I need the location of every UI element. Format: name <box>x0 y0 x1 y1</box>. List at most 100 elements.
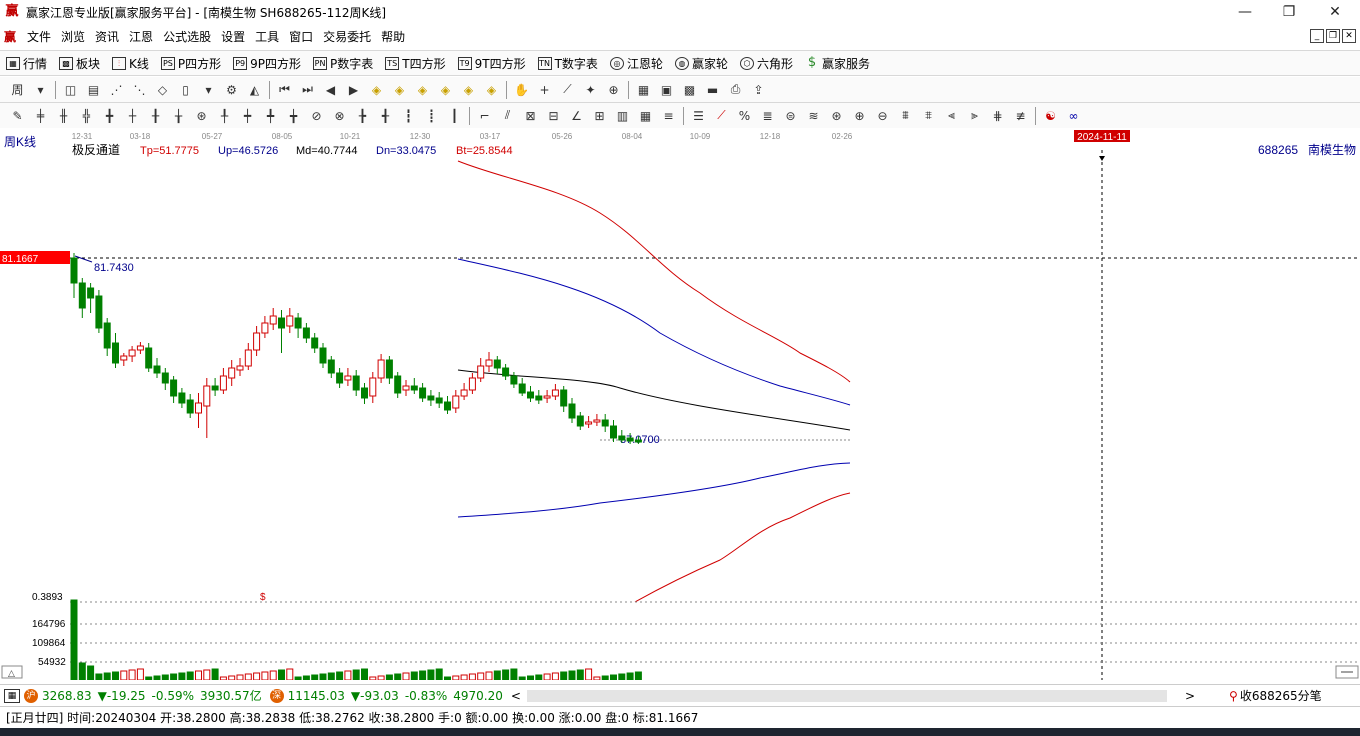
tool-grid-2-icon[interactable]: ╫ <box>54 106 73 125</box>
diamond-5-icon[interactable]: ◈ <box>459 80 478 99</box>
tool-d-icon[interactable]: ⋱ <box>130 80 149 99</box>
zoom-icon[interactable]: ⊕ <box>604 80 623 99</box>
diamond-6-icon[interactable]: ◈ <box>482 80 501 99</box>
tool-grid-9-icon[interactable]: ┿ <box>238 106 257 125</box>
grid-icon[interactable]: ▩ <box>680 80 699 99</box>
period-week-icon[interactable]: 周 <box>8 80 27 99</box>
tool-grid-16-icon[interactable]: ┃ <box>445 106 464 125</box>
scroll-left-icon[interactable]: < <box>511 689 521 703</box>
tool-c-icon[interactable]: ⋰ <box>107 80 126 99</box>
horizontal-scrollbar[interactable] <box>526 689 1167 702</box>
circle-grid-icon[interactable]: ⊛ <box>192 106 211 125</box>
crosshair-icon[interactable]: + <box>535 80 554 99</box>
tool-b-icon[interactable]: ▤ <box>84 80 103 99</box>
tool-fib-12-icon[interactable]: ⫸ <box>965 106 984 125</box>
func-t-square-button[interactable]: TS T四方形 <box>379 55 451 72</box>
menu-window[interactable]: 窗口 <box>284 28 318 45</box>
tool-line-4-icon[interactable]: ⊟ <box>544 106 563 125</box>
tool-fib-8-icon[interactable]: ⊖ <box>873 106 892 125</box>
pattern-tool-icon[interactable]: ◭ <box>245 80 264 99</box>
tool-line-9-icon[interactable]: ≡ <box>659 106 678 125</box>
yin-yang-icon[interactable]: ☯ <box>1041 106 1060 125</box>
diamond-3-icon[interactable]: ◈ <box>413 80 432 99</box>
tool-fib-3-icon[interactable]: ≣ <box>758 106 777 125</box>
draw-line-icon[interactable]: ⟋ <box>558 80 577 99</box>
tool-grid-4-icon[interactable]: ╋ <box>100 106 119 125</box>
tick-detail-icon[interactable]: ⚲ <box>1229 689 1238 703</box>
tool-fib-5-icon[interactable]: ≋ <box>804 106 823 125</box>
tool-line-5-icon[interactable]: ∠ <box>567 106 586 125</box>
func-p-square-button[interactable]: PS P四方形 <box>155 55 227 72</box>
tool-line-6-icon[interactable]: ⊞ <box>590 106 609 125</box>
dropdown-arrow-icon[interactable]: ▾ <box>31 80 50 99</box>
tool-grid-1-icon[interactable]: ╪ <box>31 106 50 125</box>
func-gann-wheel-button[interactable]: ◎ 江恩轮 <box>604 55 669 72</box>
tool-fib-11-icon[interactable]: ⫷ <box>942 106 961 125</box>
fan-2-icon[interactable]: ⊗ <box>330 106 349 125</box>
chart-area[interactable]: 12-31 03-18 05-27 08-05 10-21 12-30 03-17 05-26… <box>0 128 1360 680</box>
tool-line-8-icon[interactable]: ▦ <box>636 106 655 125</box>
dropdown-arrow-icon[interactable]: ▾ <box>199 80 218 99</box>
tool-grid-15-icon[interactable]: ┋ <box>422 106 441 125</box>
tool-grid-6-icon[interactable]: ╂ <box>146 106 165 125</box>
tool-fib-14-icon[interactable]: ≢ <box>1011 106 1030 125</box>
tool-fib-2-icon[interactable]: ⟋ <box>712 106 731 125</box>
tool-grid-13-icon[interactable]: ╉ <box>376 106 395 125</box>
restore-button[interactable]: ❐ <box>1266 0 1312 24</box>
tool-line-2-icon[interactable]: ⫽ <box>498 106 517 125</box>
menu-news[interactable]: 资讯 <box>90 28 124 45</box>
tool-fib-1-icon[interactable]: ☰ <box>689 106 708 125</box>
tool-grid-11-icon[interactable]: ╈ <box>284 106 303 125</box>
pattern-icon[interactable]: ✦ <box>581 80 600 99</box>
first-page-icon[interactable]: ⏮ <box>275 80 294 99</box>
export-icon[interactable]: ⇪ <box>749 80 768 99</box>
mdi-minimize-button[interactable]: _ <box>1310 29 1324 43</box>
func-sectors-button[interactable]: ▩ 板块 <box>53 55 106 72</box>
func-9t-square-button[interactable]: T9 9T四方形 <box>452 55 532 72</box>
tool-fib-4-icon[interactable]: ⊜ <box>781 106 800 125</box>
sz-index-icon[interactable]: 深 <box>269 688 284 703</box>
sh-index-icon[interactable]: 沪 <box>24 688 38 703</box>
menu-grid-icon[interactable]: ▦ <box>4 688 20 703</box>
tool-fib-9-icon[interactable]: ⩩ <box>896 106 915 125</box>
menu-trade[interactable]: 交易委托 <box>318 28 376 45</box>
tool-grid-3-icon[interactable]: ╬ <box>77 106 96 125</box>
prev-icon[interactable]: ◀ <box>321 80 340 99</box>
percent-icon[interactable]: % <box>735 106 754 125</box>
gann-tool-icon[interactable]: ⚙ <box>222 80 241 99</box>
tool-line-7-icon[interactable]: ▥ <box>613 106 632 125</box>
func-winner-wheel-button[interactable]: ◍ 赢家轮 <box>669 55 734 72</box>
func-t-number-button[interactable]: TN T数字表 <box>532 55 604 72</box>
minimize-button[interactable]: — <box>1222 0 1268 24</box>
hand-icon[interactable]: ✋ <box>512 80 531 99</box>
pencil-icon[interactable]: ✎ <box>8 106 27 125</box>
func-p-number-button[interactable]: PN P数字表 <box>307 55 379 72</box>
scroll-right-icon[interactable]: > <box>1185 689 1195 703</box>
menu-help[interactable]: 帮助 <box>376 28 410 45</box>
fan-icon[interactable]: ⊘ <box>307 106 326 125</box>
save-icon[interactable]: ▬ <box>703 80 722 99</box>
tool-fib-6-icon[interactable]: ⊛ <box>827 106 846 125</box>
diamond-2-icon[interactable]: ◈ <box>390 80 409 99</box>
tool-line-1-icon[interactable]: ⌐ <box>475 106 494 125</box>
next-icon[interactable]: ▶ <box>344 80 363 99</box>
tool-grid-5-icon[interactable]: ┼ <box>123 106 142 125</box>
func-9p-square-button[interactable]: P9 9P四方形 <box>227 55 307 72</box>
calculator-icon[interactable]: ▣ <box>657 80 676 99</box>
tool-grid-7-icon[interactable]: ╁ <box>169 106 188 125</box>
menu-formula[interactable]: 公式选股 <box>158 28 216 45</box>
calendar-icon[interactable]: ▦ <box>634 80 653 99</box>
tool-fib-13-icon[interactable]: ⋕ <box>988 106 1007 125</box>
func-quotes-button[interactable]: ▦ 行情 <box>0 55 53 72</box>
mdi-close-button[interactable]: ✕ <box>1342 29 1356 43</box>
infinity-icon[interactable]: ∞ <box>1064 106 1083 125</box>
menu-file[interactable]: 文件 <box>22 28 56 45</box>
func-service-button[interactable]: $ 赢家服务 <box>799 55 876 72</box>
tool-grid-8-icon[interactable]: ╀ <box>215 106 234 125</box>
tool-fib-7-icon[interactable]: ⊕ <box>850 106 869 125</box>
print-icon[interactable]: ⎙ <box>726 80 745 99</box>
tool-grid-14-icon[interactable]: ┇ <box>399 106 418 125</box>
close-button[interactable]: ✕ <box>1312 0 1358 24</box>
tool-fib-10-icon[interactable]: ⩨ <box>919 106 938 125</box>
func-hexagon-button[interactable]: ⬡ 六角形 <box>734 55 799 72</box>
